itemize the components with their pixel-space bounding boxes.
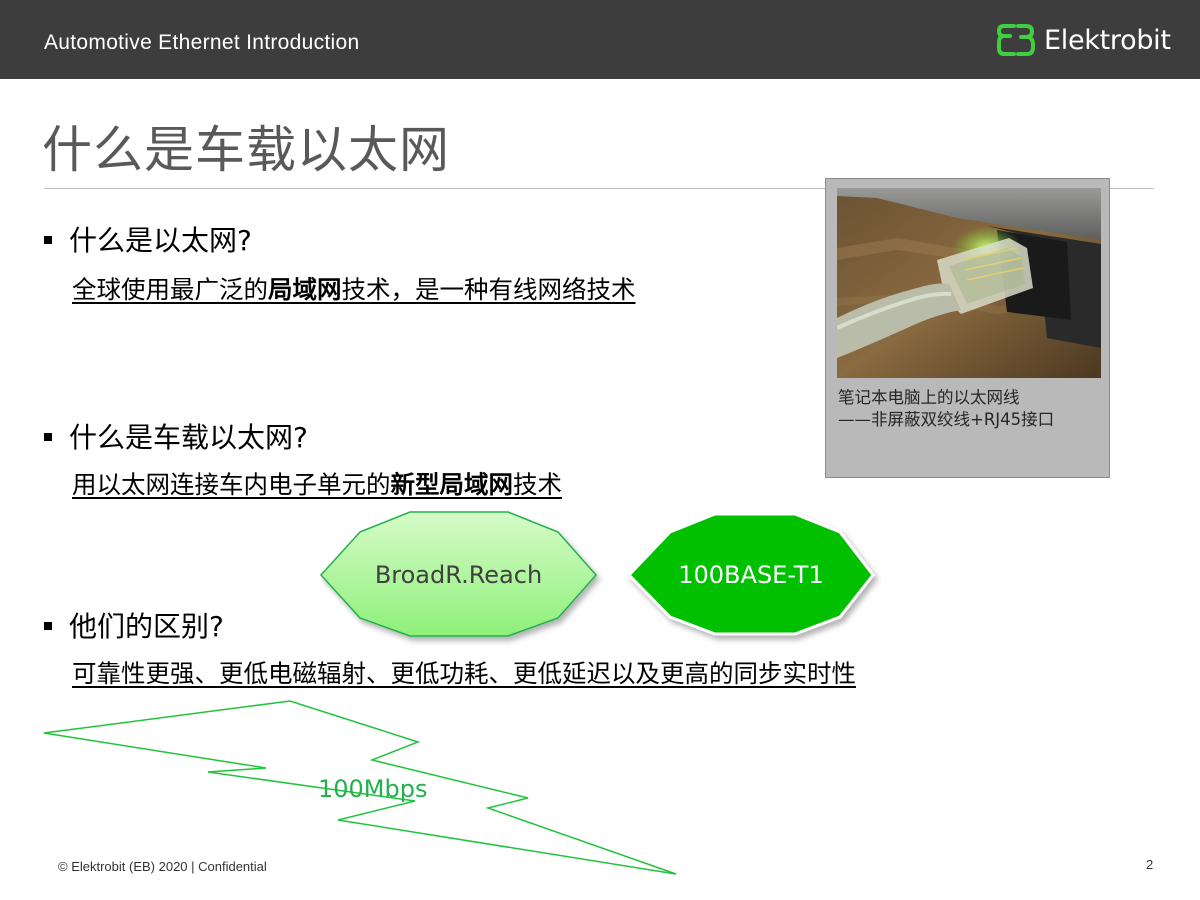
page-number: 2 <box>1146 857 1154 872</box>
footer-copyright: © Elektrobit (EB) 2020 | Confidential <box>58 859 267 874</box>
broadr-reach-label: BroadR.Reach <box>374 561 543 589</box>
bullet-square-icon <box>44 622 52 630</box>
question-3-text: 他们的区别? <box>69 610 224 643</box>
bandwidth-label: 100Mbps <box>318 775 428 803</box>
answer-3: 可靠性更强、更低电磁辐射、更低功耗、更低延迟以及更高的同步实时性 <box>72 659 856 688</box>
bullet-question-3: 他们的区别? <box>44 605 224 645</box>
decorative-shapes <box>43 511 875 875</box>
100base-t1-label: 100BASE-T1 <box>678 561 824 589</box>
